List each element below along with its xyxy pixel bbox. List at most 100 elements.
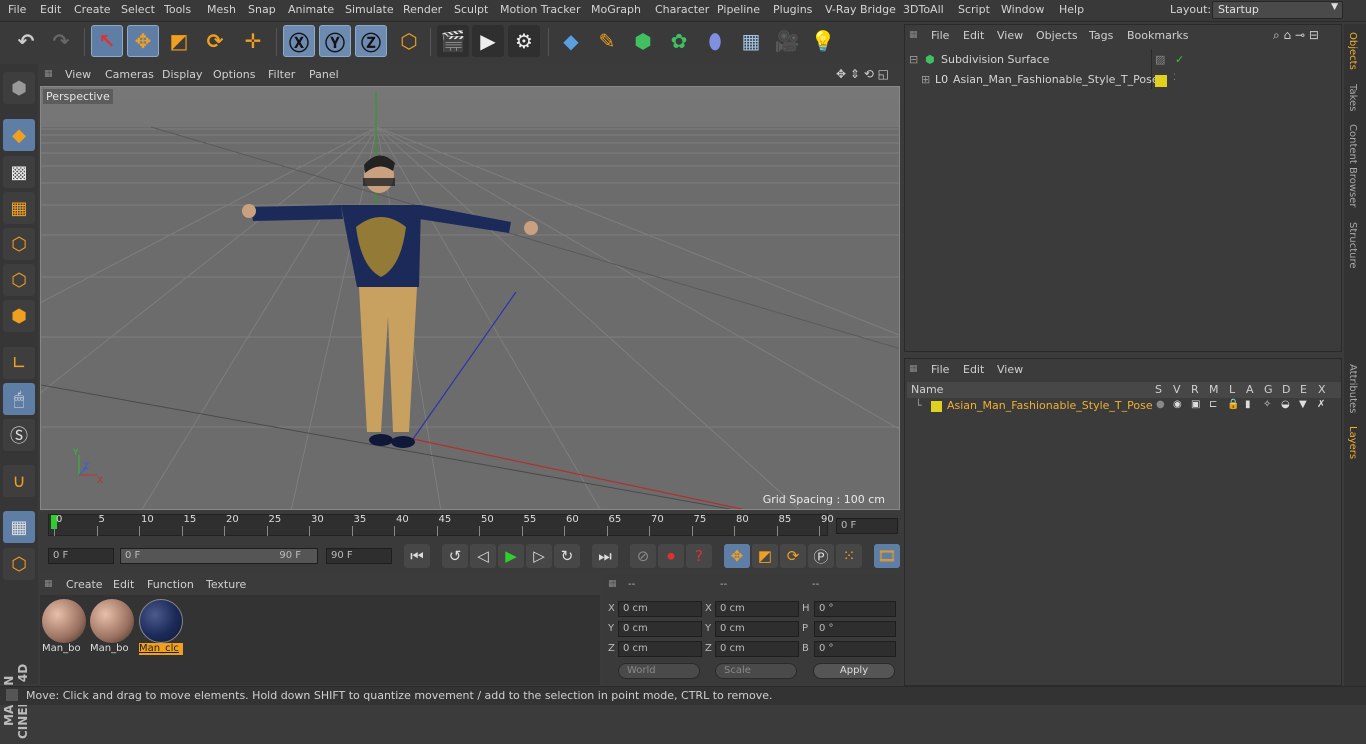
menu-vray-bridge[interactable]: V-Ray Bridge xyxy=(825,3,896,16)
tree-row-asian-man[interactable]: ⊞ L0 Asian_Man_Fashionable_Style_T_Pose … xyxy=(905,73,1343,91)
material-thumb[interactable]: Man_bo xyxy=(90,599,134,657)
y-axis-lock-icon[interactable]: Ⓨ xyxy=(319,25,351,57)
menu-simulate[interactable]: Simulate xyxy=(345,3,394,16)
menu-motion-tracker[interactable]: Motion Tracker xyxy=(500,3,580,16)
tab-layers[interactable]: Layers xyxy=(1347,426,1358,459)
rotate-tool-icon[interactable]: ⟳ xyxy=(199,25,231,57)
size-z-field[interactable]: 0 cm xyxy=(715,641,799,657)
material-menu-function[interactable]: Function xyxy=(147,578,194,591)
layer-row[interactable]: └ Asian_Man_Fashionable_Style_T_Pose ● ◉… xyxy=(905,399,1343,417)
size-y-field[interactable]: 0 cm xyxy=(715,621,799,637)
object-menu-tags[interactable]: Tags xyxy=(1089,29,1113,42)
material-menu-create[interactable]: Create xyxy=(66,578,103,591)
expressions-icon[interactable]: ▼ xyxy=(1299,399,1307,410)
floor-icon[interactable]: ▦ xyxy=(735,25,767,57)
render-icon[interactable]: ▣ xyxy=(1191,399,1200,410)
make-editable-icon[interactable]: ⬢ xyxy=(3,72,35,104)
material-menu-texture[interactable]: Texture xyxy=(206,578,246,591)
redo-icon[interactable]: ↷ xyxy=(45,25,77,57)
light-icon[interactable]: 💡 xyxy=(807,25,839,57)
menu-help[interactable]: Help xyxy=(1059,3,1084,16)
start-frame-field[interactable]: 0 F xyxy=(48,548,114,564)
position-z-field[interactable]: 0 cm xyxy=(618,641,702,657)
expand-icon[interactable]: ⊞ xyxy=(921,73,930,86)
position-x-field[interactable]: 0 cm xyxy=(618,601,702,617)
layout-select[interactable]: Startup ▼ xyxy=(1212,1,1343,19)
material-thumb-selected[interactable]: Man_clc xyxy=(139,599,183,657)
scale-dropdown[interactable]: Scale xyxy=(715,663,797,679)
rotation-b-field[interactable]: 0 ° xyxy=(814,641,896,657)
material-menu-edit[interactable]: Edit xyxy=(113,578,134,591)
material-thumb[interactable]: Man_bo xyxy=(42,599,86,657)
key-pla-icon[interactable]: ⁙ xyxy=(836,544,862,568)
tab-takes[interactable]: Takes xyxy=(1347,84,1358,111)
collapse-icon[interactable]: ⊟ xyxy=(909,53,918,66)
deformer-icon[interactable]: ⬮ xyxy=(699,25,731,57)
edges-mode-icon[interactable]: ⬡ xyxy=(3,264,35,296)
tweak-mode-icon[interactable]: 🖱 xyxy=(3,383,35,415)
current-frame-field[interactable]: 0 F xyxy=(836,518,898,534)
keyframe-selection-icon[interactable]: ? xyxy=(686,544,712,568)
tab-content-browser[interactable]: Content Browser xyxy=(1347,124,1358,207)
polygons-mode-icon[interactable]: ⬢ xyxy=(3,300,35,332)
viewport-menu-options[interactable]: Options xyxy=(213,68,255,81)
view-eye-icon[interactable]: ◉ xyxy=(1173,399,1182,410)
lock-icon[interactable]: 🔒 xyxy=(1227,399,1239,410)
manager-icon[interactable]: ⊏ xyxy=(1209,399,1217,410)
subdivision-icon[interactable]: ⬢ xyxy=(627,25,659,57)
menu-character[interactable]: Character xyxy=(655,3,709,16)
axis-mode-icon[interactable]: ∟ xyxy=(3,347,35,379)
viewport-nav-icons[interactable]: ✥ ⇕ ⟲ ◱ xyxy=(836,67,889,81)
rotation-p-field[interactable]: 0 ° xyxy=(814,621,896,637)
texture-mode-icon[interactable]: ▩ xyxy=(3,156,35,188)
menu-render[interactable]: Render xyxy=(403,3,442,16)
menu-edit[interactable]: Edit xyxy=(40,3,61,16)
viewport-menu-cameras[interactable]: Cameras xyxy=(105,68,154,81)
menu-sculpt[interactable]: Sculpt xyxy=(454,3,488,16)
play-icon[interactable]: ▶ xyxy=(498,544,524,568)
rotation-h-field[interactable]: 0 ° xyxy=(814,601,896,617)
end-frame-field[interactable]: 90 F xyxy=(326,548,392,564)
planar-workplane-icon[interactable]: ⬡ xyxy=(3,548,35,580)
object-menu-bookmarks[interactable]: Bookmarks xyxy=(1127,29,1188,42)
menu-animate[interactable]: Animate xyxy=(288,3,334,16)
menu-3dtoall[interactable]: 3DToAll xyxy=(903,3,944,16)
object-search-icons[interactable]: ⌕ ⌂ ⊸ ⊟ xyxy=(1273,28,1319,43)
menu-pipeline[interactable]: Pipeline xyxy=(717,3,760,16)
snap-icon[interactable]: ∪ xyxy=(3,465,35,497)
pen-icon[interactable]: ✎ xyxy=(591,25,623,57)
layer-color-swatch[interactable] xyxy=(1155,75,1167,87)
render-settings-icon[interactable]: ⚙ xyxy=(508,25,540,57)
layer-color-swatch[interactable] xyxy=(931,401,942,412)
layer-menu-edit[interactable]: Edit xyxy=(963,363,984,376)
position-y-field[interactable]: 0 cm xyxy=(618,621,702,637)
scale-tool-icon[interactable]: ◩ xyxy=(163,25,195,57)
menu-plugins[interactable]: Plugins xyxy=(773,3,812,16)
next-frame-icon[interactable]: ▷ xyxy=(526,544,552,568)
enabled-check-icon[interactable]: ✓ xyxy=(1175,53,1184,66)
key-scale-icon[interactable]: ◩ xyxy=(752,544,778,568)
previous-frame-icon[interactable]: ◁ xyxy=(470,544,496,568)
live-selection-icon[interactable]: ↖ xyxy=(91,25,123,57)
go-to-end-icon[interactable]: ⏭ xyxy=(592,544,618,568)
object-menu-file[interactable]: File xyxy=(931,29,949,42)
key-position-icon[interactable]: ✥ xyxy=(724,544,750,568)
animation-icon[interactable]: ▮ xyxy=(1245,399,1251,410)
deformers-icon[interactable]: ◒ xyxy=(1281,399,1290,410)
key-rotation-icon[interactable]: ⟳ xyxy=(780,544,806,568)
menu-file[interactable]: File xyxy=(8,3,26,16)
points-mode-icon[interactable]: ⬡ xyxy=(3,228,35,260)
generators-icon[interactable]: ✧ xyxy=(1263,399,1271,410)
viewport-menu-panel[interactable]: Panel xyxy=(309,68,339,81)
recent-tool-icon[interactable]: ✛ xyxy=(237,25,269,57)
frame-range-slider[interactable]: 0 F 90 F xyxy=(120,548,318,564)
tab-objects[interactable]: Objects xyxy=(1347,32,1358,70)
tab-attributes[interactable]: Attributes xyxy=(1347,364,1358,413)
viewport-menu-display[interactable]: Display xyxy=(162,68,203,81)
layer-menu-file[interactable]: File xyxy=(931,363,949,376)
workplane-lock-icon[interactable]: ▦ xyxy=(3,511,35,543)
previous-key-icon[interactable]: ↺ xyxy=(442,544,468,568)
size-x-field[interactable]: 0 cm xyxy=(715,601,799,617)
menu-window[interactable]: Window xyxy=(1001,3,1044,16)
go-to-start-icon[interactable]: ⏮ xyxy=(404,544,430,568)
